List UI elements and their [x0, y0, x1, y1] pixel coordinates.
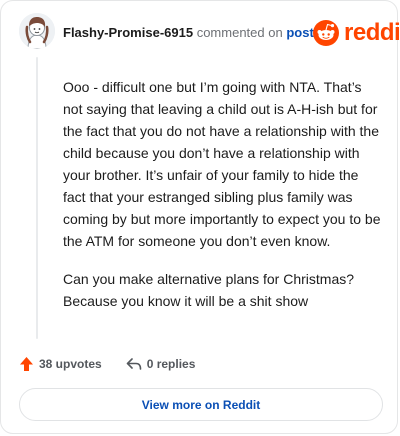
view-more-button[interactable]: View more on Reddit: [19, 388, 383, 421]
reddit-logo-icon: [313, 20, 339, 46]
author-name[interactable]: Flashy-Promise-6915: [63, 25, 193, 40]
comment-actions: 38 upvotes 0 replies: [19, 355, 195, 373]
comment-paragraph-2: Can you make alternative plans for Chris…: [63, 271, 355, 309]
comment-paragraph-1: Ooo - difficult one but I’m going with N…: [63, 79, 381, 249]
comment-card: Flashy-Promise-6915 commented on post re…: [0, 0, 400, 434]
upvote-arrow-icon: [20, 357, 33, 371]
post-link[interactable]: post: [286, 25, 313, 40]
comment-action-text: commented on: [196, 25, 283, 40]
replies-count: 0 replies: [146, 357, 196, 371]
thread-line: [36, 57, 38, 339]
reply-arrow-icon: [126, 358, 142, 370]
reddit-wordmark: reddit: [344, 19, 400, 46]
reddit-brand[interactable]: reddit: [313, 18, 400, 48]
comment-body: Ooo - difficult one but I’m going with N…: [63, 76, 383, 328]
comment-header: Flashy-Promise-6915 commented on post: [63, 25, 314, 41]
upvotes-count: 38 upvotes: [39, 357, 102, 371]
avatar-icon: [19, 13, 55, 49]
upvote-button[interactable]: 38 upvotes: [19, 355, 102, 373]
avatar[interactable]: [19, 13, 55, 49]
replies-button[interactable]: 0 replies: [126, 355, 196, 373]
